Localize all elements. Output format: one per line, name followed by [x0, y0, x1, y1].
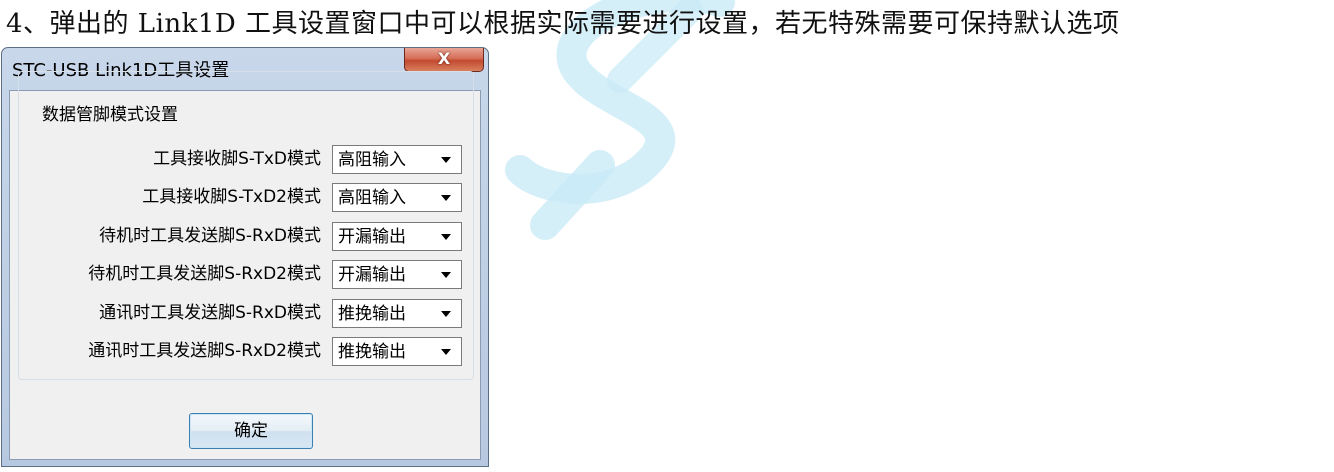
row-label-txd: 工具接收脚S-TxD模式 — [153, 149, 321, 169]
close-button[interactable]: X — [404, 48, 484, 72]
group-title: 数据管脚模式设置 — [40, 104, 181, 126]
instruction-text: 4、弹出的 Link1D 工具设置窗口中可以根据实际需要进行设置，若无特殊需要可… — [6, 9, 1120, 39]
row-label-standby-rxd: 待机时工具发送脚S-RxD模式 — [99, 226, 321, 246]
chevron-down-icon — [441, 349, 451, 355]
combo-value: 高阻输入 — [338, 188, 406, 208]
chevron-down-icon — [441, 272, 451, 278]
row-label-txd2: 工具接收脚S-TxD2模式 — [142, 187, 321, 207]
combo-standby-rxd2[interactable]: 开漏输出 — [332, 260, 462, 289]
combo-value: 高阻输入 — [338, 150, 406, 170]
combo-standby-rxd[interactable]: 开漏输出 — [332, 222, 462, 251]
combo-value: 开漏输出 — [338, 227, 406, 247]
combo-value: 推挽输出 — [338, 342, 406, 362]
close-icon: X — [437, 49, 451, 68]
row-label-comm-rxd2: 通讯时工具发送脚S-RxD2模式 — [88, 341, 321, 361]
combo-value: 推挽输出 — [338, 304, 406, 324]
chevron-down-icon — [441, 234, 451, 240]
combo-txd2[interactable]: 高阻输入 — [332, 183, 462, 212]
row-label-comm-rxd: 通讯时工具发送脚S-RxD模式 — [99, 303, 321, 323]
combo-value: 开漏输出 — [338, 265, 406, 285]
ok-button[interactable]: 确定 — [189, 413, 313, 449]
combo-comm-rxd[interactable]: 推挽输出 — [332, 299, 462, 328]
row-label-standby-rxd2: 待机时工具发送脚S-RxD2模式 — [88, 264, 321, 284]
combo-txd[interactable]: 高阻输入 — [332, 145, 462, 174]
chevron-down-icon — [441, 311, 451, 317]
page: 4、弹出的 Link1D 工具设置窗口中可以根据实际需要进行设置，若无特殊需要可… — [0, 0, 1334, 472]
combo-comm-rxd2[interactable]: 推挽输出 — [332, 337, 462, 366]
chevron-down-icon — [441, 157, 451, 163]
chevron-down-icon — [441, 195, 451, 201]
